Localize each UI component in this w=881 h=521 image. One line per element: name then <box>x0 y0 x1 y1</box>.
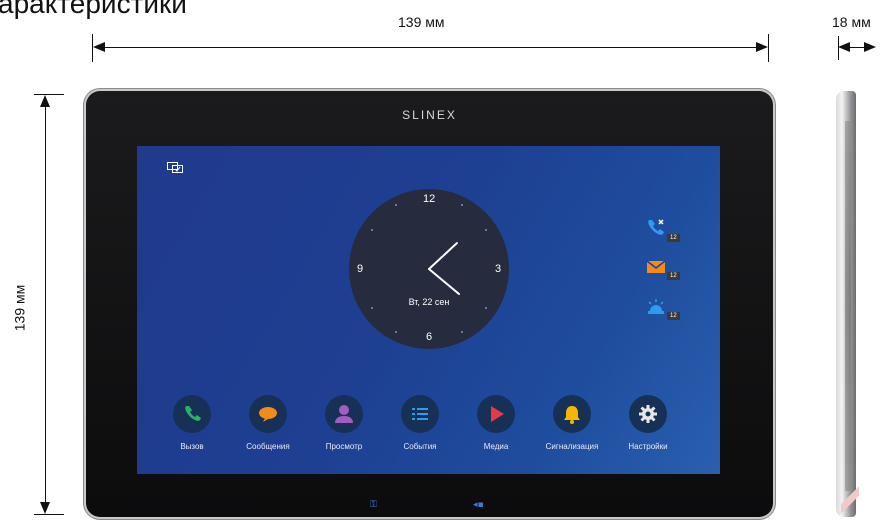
width-dimension-line <box>104 47 756 48</box>
depth-arrow-left-icon <box>838 42 850 52</box>
menu-item-label: События <box>403 442 437 451</box>
menu-item-label: Медиа <box>483 442 509 451</box>
alarm-count-badge: 12 <box>667 312 680 320</box>
width-dimension-label: 139 мм <box>398 14 445 30</box>
user-icon <box>325 395 363 433</box>
height-dimension-label: 139 мм <box>11 284 28 332</box>
analog-clock: 12 3 6 9 Вт, 22 сен <box>349 189 509 349</box>
brand-logo: SLINEX <box>402 108 457 122</box>
depth-dimension-label: 18 мм <box>832 14 871 30</box>
missed-call-count-badge: 12 <box>667 234 680 242</box>
depth-arrow-right-icon <box>864 42 876 52</box>
menu-item-label: Сигнализация <box>545 442 599 451</box>
monitor-status-icon <box>167 162 183 173</box>
width-dimension-tick-right <box>768 34 769 62</box>
speaker-indicator-icon: ◂▪ <box>473 500 484 510</box>
phone-icon <box>173 395 211 433</box>
alarm-light-icon[interactable] <box>645 296 667 318</box>
clock-hands <box>428 242 460 295</box>
bell-icon <box>553 395 591 433</box>
intercom-monitor: SLINEX 12 3 6 9 Вт, 22 сен 12 12 12 Вызо… <box>86 91 773 517</box>
watermark-mark <box>841 485 859 515</box>
intercom-side-view <box>836 91 856 517</box>
gear-icon <box>629 395 667 433</box>
page-heading: арактеристики <box>0 0 187 19</box>
menu-item-alarm[interactable]: Сигнализация <box>537 395 607 451</box>
envelope-icon[interactable] <box>645 256 667 278</box>
menu-item-label: Сообщения <box>246 442 290 451</box>
play-icon <box>477 395 515 433</box>
height-dimension-line <box>45 106 46 502</box>
menu-item-view[interactable]: Просмотр <box>309 395 379 451</box>
message-count-badge: 12 <box>667 272 680 280</box>
menu-item-label: Вызов <box>180 442 204 451</box>
unlock-key-icon[interactable]: ⚿ <box>370 500 377 510</box>
list-icon <box>401 395 439 433</box>
depth-dimension-line <box>850 47 864 48</box>
width-arrow-left-icon <box>93 42 105 52</box>
menu-item-events[interactable]: События <box>385 395 455 451</box>
menu-item-label: Просмотр <box>325 442 363 451</box>
menu-item-label: Настройки <box>628 442 668 451</box>
menu-item-settings[interactable]: Настройки <box>613 395 683 451</box>
height-dimension-tick-bottom <box>34 514 64 515</box>
clock-date: Вт, 22 сен <box>408 297 450 307</box>
monitor-screen: 12 3 6 9 Вт, 22 сен 12 12 12 Вызов Сообщ… <box>137 146 720 474</box>
chat-bubble-icon <box>249 395 287 433</box>
height-arrow-up-icon <box>40 95 50 107</box>
menu-item-media[interactable]: Медиа <box>461 395 531 451</box>
menu-item-call[interactable]: Вызов <box>157 395 227 451</box>
width-arrow-right-icon <box>756 42 768 52</box>
menu-item-messages[interactable]: Сообщения <box>233 395 303 451</box>
missed-call-icon[interactable] <box>645 217 667 239</box>
height-arrow-down-icon <box>40 502 50 514</box>
